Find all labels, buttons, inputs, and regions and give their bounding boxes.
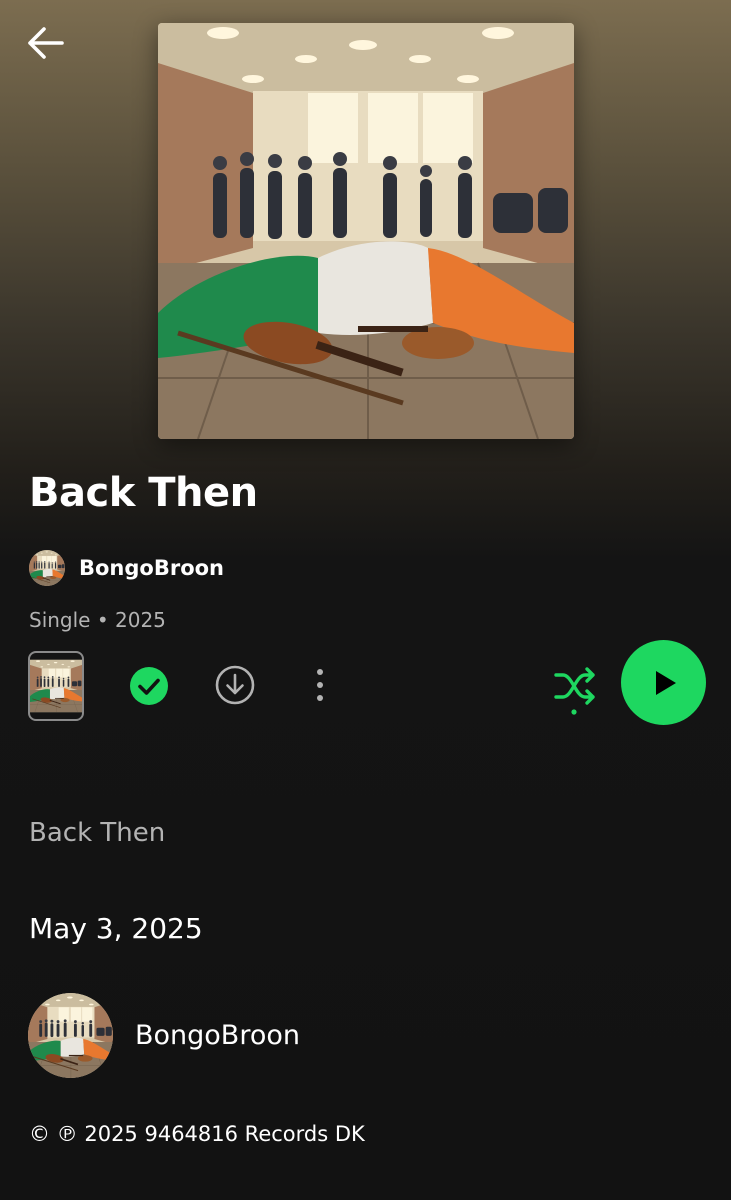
preview-thumbnail[interactable] [28,651,84,721]
artist-avatar [29,550,65,586]
artist-card-name: BongoBroon [135,1019,300,1051]
back-button[interactable] [24,24,68,64]
track-item[interactable]: Back Then [29,818,165,848]
download-button[interactable] [214,664,256,706]
artist-name: BongoBroon [79,556,225,580]
more-options-button[interactable] [302,664,338,706]
shuffle-icon [554,667,595,715]
download-icon [215,665,255,705]
shuffle-button[interactable] [552,662,598,716]
saved-button[interactable] [128,665,170,707]
play-button[interactable] [621,640,706,725]
artist-card[interactable]: BongoBroon [28,992,300,1078]
album-title: Back Then [29,470,258,516]
play-icon [655,670,676,695]
more-vertical-icon [317,669,323,701]
copyright-text: © ℗ 2025 9464816 Records DK [29,1122,365,1146]
release-date: May 3, 2025 [29,912,203,945]
check-circle-icon [130,667,168,705]
album-meta: Single • 2025 [29,608,166,632]
arrow-left-icon [28,27,64,59]
artist-link[interactable]: BongoBroon [29,549,224,587]
album-cover [158,23,574,439]
artist-avatar-large [28,993,113,1078]
